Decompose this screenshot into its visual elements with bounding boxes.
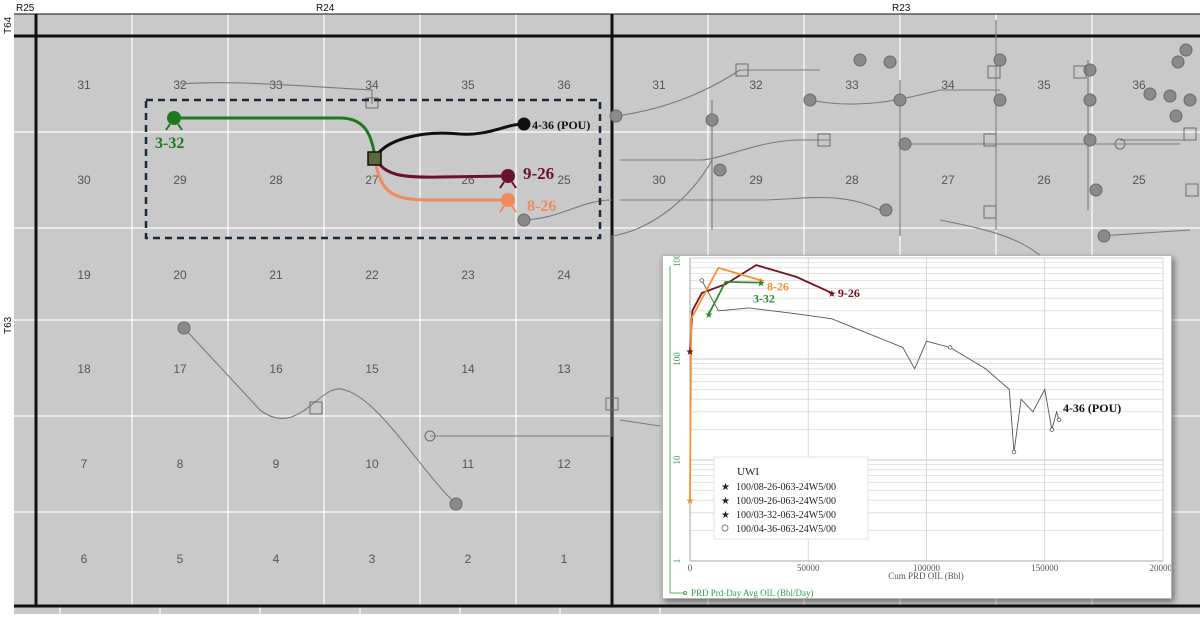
section-number: 12 xyxy=(557,457,571,471)
section-number: 25 xyxy=(1132,173,1146,187)
x-tick-label: 0 xyxy=(688,563,693,573)
range-label-r24: R24 xyxy=(316,3,335,14)
section-number: 27 xyxy=(941,173,955,187)
section-number: 27 xyxy=(365,173,379,187)
series-label: 4-36 (POU) xyxy=(1063,401,1121,415)
section-number: 20 xyxy=(173,268,187,282)
section-number: 31 xyxy=(652,78,666,92)
section-number: 5 xyxy=(177,552,184,566)
legend-title: UWI xyxy=(737,466,759,478)
section-number: 22 xyxy=(365,268,379,282)
section-number: 4 xyxy=(273,552,280,566)
section-number: 6 xyxy=(81,552,88,566)
range-label-r25: R25 xyxy=(16,3,35,14)
section-number: 13 xyxy=(557,362,571,376)
x-axis-title: Cum PRD OIL (Bbl) xyxy=(888,571,963,581)
section-number: 30 xyxy=(77,173,91,187)
y-tick-labels: 1000 100 10 1 xyxy=(672,256,682,563)
legend-star-icon: ★ xyxy=(721,482,730,493)
legend-entry: 100/08-26-063-24W5/00 xyxy=(736,482,836,493)
legend-star-icon: ★ xyxy=(721,496,730,507)
production-chart-panel: 050000100000150000200000 1000100101 ★★★★… xyxy=(662,255,1172,599)
section-number: 28 xyxy=(845,173,859,187)
y-tick-label: 10 xyxy=(672,455,682,465)
section-number: 24 xyxy=(557,268,571,282)
section-number: 32 xyxy=(173,78,187,92)
x-tick-label: 200000 xyxy=(1150,563,1172,573)
section-number: 7 xyxy=(81,457,88,471)
section-number: 26 xyxy=(1037,173,1051,187)
section-number: 18 xyxy=(77,362,91,376)
facility-icon xyxy=(367,151,382,166)
star-marker: ★ xyxy=(704,310,713,321)
section-number: 28 xyxy=(269,173,283,187)
section-number: 16 xyxy=(269,362,283,376)
section-number: 29 xyxy=(749,173,763,187)
section-number: 21 xyxy=(269,268,283,282)
township-label-t64: T64 xyxy=(3,16,14,34)
circle-marker xyxy=(1056,417,1062,423)
section-number: 36 xyxy=(557,78,571,92)
section-number: 35 xyxy=(461,78,475,92)
section-number: 14 xyxy=(461,362,475,376)
section-number: 36 xyxy=(1132,78,1146,92)
section-number: 23 xyxy=(461,268,475,282)
section-number: 19 xyxy=(77,268,91,282)
section-number: 11 xyxy=(462,457,475,471)
star-marker: ★ xyxy=(827,289,836,300)
well-label-3-32: 3-32 xyxy=(155,135,184,152)
well-4-36-icon[interactable] xyxy=(517,117,531,131)
legend-entry: 100/09-26-063-24W5/00 xyxy=(736,496,836,507)
circle-marker xyxy=(1049,427,1055,432)
section-number: 33 xyxy=(845,78,859,92)
y-tick-label: 100 xyxy=(672,352,682,366)
section-number: 31 xyxy=(77,78,91,92)
legend-entry: 100/03-32-063-24W5/00 xyxy=(736,510,836,521)
well-label-9-26: 9-26 xyxy=(523,164,554,183)
star-marker: ★ xyxy=(686,496,695,507)
series-line xyxy=(701,280,1060,453)
section-number: 9 xyxy=(273,457,280,471)
circle-marker xyxy=(699,278,705,283)
section-number: 15 xyxy=(365,362,379,376)
x-tick-label: 150000 xyxy=(1031,563,1059,573)
section-number: 2 xyxy=(465,552,472,566)
section-number: 32 xyxy=(749,78,763,92)
series-label: 3-32 xyxy=(753,292,775,306)
section-number: 35 xyxy=(1037,78,1051,92)
legend-entry: 100/04-36-063-24W5/00 xyxy=(736,524,836,535)
circle-marker xyxy=(1011,449,1017,455)
section-number: 8 xyxy=(177,457,184,471)
series-label: 9-26 xyxy=(838,286,860,300)
chart-legend: UWI ★ 100/08-26-063-24W5/00 ★ 100/09-26-… xyxy=(713,456,869,540)
section-number: 30 xyxy=(652,173,666,187)
well-label-8-26: 8-26 xyxy=(527,198,556,215)
township-label-t63: T63 xyxy=(3,316,14,334)
star-marker: ★ xyxy=(756,279,765,290)
production-chart: 050000100000150000200000 1000100101 ★★★★… xyxy=(669,256,1172,598)
x-tick-label: 50000 xyxy=(797,563,820,573)
circle-marker xyxy=(947,345,953,350)
legend-star-icon: ★ xyxy=(721,510,730,521)
section-number: 10 xyxy=(365,457,379,471)
star-marker: ★ xyxy=(686,347,695,358)
section-number: 1 xyxy=(561,552,568,566)
section-number: 29 xyxy=(173,173,187,187)
y-axis-title: PRD Prd-Day Avg OIL (Bbl/Day) xyxy=(691,588,814,598)
y-tick-label: 1000 xyxy=(672,256,682,267)
range-label-r23: R23 xyxy=(892,3,911,14)
section-number: 25 xyxy=(557,173,571,187)
section-number: 17 xyxy=(173,362,187,376)
well-label-4-36: 4-36 (POU) xyxy=(532,118,590,132)
section-number: 3 xyxy=(369,552,376,566)
y-tick-label: 1 xyxy=(672,559,682,564)
